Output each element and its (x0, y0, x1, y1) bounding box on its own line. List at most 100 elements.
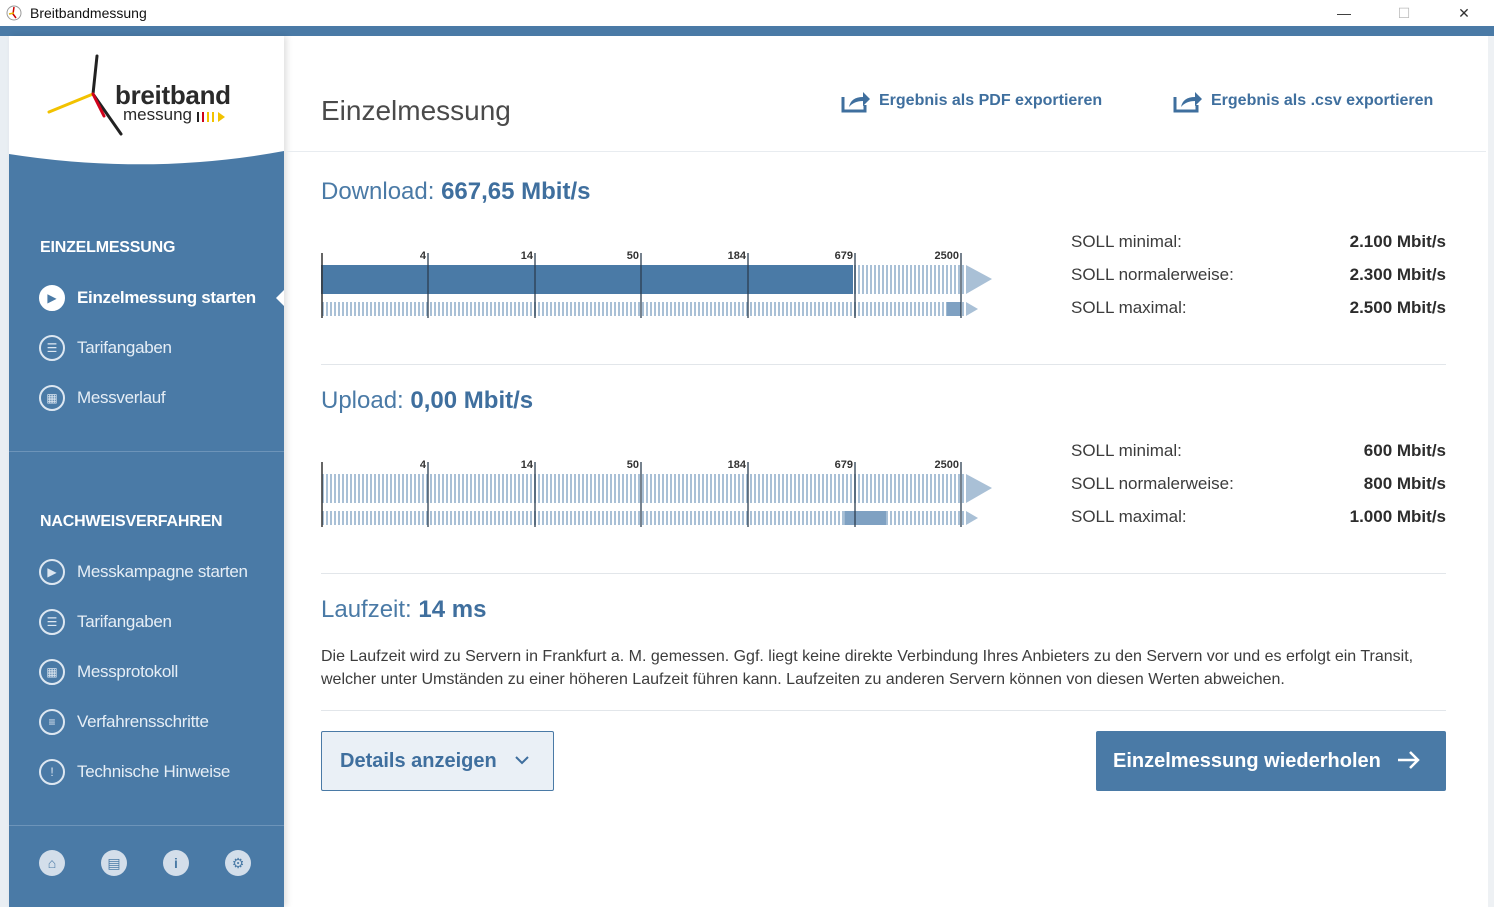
sidebar-item-tarifangaben-2[interactable]: ☰ Tarifangaben (39, 607, 279, 637)
gauge-arrow-lower (966, 511, 978, 525)
soll-value: 2.500 Mbit/s (1349, 297, 1446, 317)
logo: breitband messung (9, 36, 284, 201)
soll-row: SOLL maximal: 1.000 Mbit/s (1071, 500, 1446, 533)
soll-value: 2.300 Mbit/s (1349, 264, 1446, 284)
active-indicator (276, 290, 284, 306)
latency-description: Die Laufzeit wird zu Servern in Frankfur… (321, 648, 1414, 688)
latency-title: Laufzeit: 14 ms (321, 596, 486, 624)
sidebar-divider (9, 451, 284, 452)
soll-row: SOLL minimal: 600 Mbit/s (1071, 434, 1446, 467)
soll-label: SOLL normalerweise: (1071, 473, 1234, 493)
download-value: 667,65 Mbit/s (441, 178, 591, 205)
sidebar-item-einzelmessung-starten[interactable]: ▶ Einzelmessung starten (39, 283, 279, 313)
gauge-soll-band (844, 511, 887, 525)
maximize-button[interactable]: ☐ (1374, 0, 1434, 26)
chat-icon[interactable]: ▤ (101, 850, 127, 876)
home-icon[interactable]: ⌂ (39, 850, 65, 876)
gauge-tick-label: 14 (520, 250, 533, 262)
gauge-soll-band (946, 302, 961, 316)
gauge-tick-label: 4 (419, 459, 426, 471)
soll-row: SOLL maximal: 2.500 Mbit/s (1071, 291, 1446, 324)
gauge-tick-label: 184 (727, 459, 746, 471)
sidebar-section-nachweisverfahren: NACHWEISVERFAHREN (40, 513, 223, 530)
calendar-icon: ▦ (39, 385, 65, 411)
sidebar-section-einzelmessung: EINZELMESSUNG (40, 239, 176, 256)
repeat-button-label: Einzelmessung wiederholen (1113, 749, 1381, 772)
upload-title: Upload: 0,00 Mbit/s (321, 387, 533, 415)
gauge-tick-label: 14 (520, 459, 533, 471)
gauge-arrow (966, 474, 992, 503)
soll-label: SOLL maximal: (1071, 506, 1187, 526)
soll-row: SOLL minimal: 2.100 Mbit/s (1071, 225, 1446, 258)
gear-icon[interactable]: ⚙ (225, 850, 251, 876)
soll-label: SOLL minimal: (1071, 231, 1182, 251)
sidebar-item-label: Technische Hinweise (77, 762, 231, 781)
sidebar-item-messkampagne-starten[interactable]: ▶ Messkampagne starten (39, 557, 279, 587)
user-list-icon: ☰ (39, 609, 65, 635)
play-icon: ▶ (39, 559, 65, 585)
sidebar-footer: ⌂ ▤ i ⚙ (39, 850, 251, 876)
window-left-edge (0, 36, 9, 907)
download-soll-table: SOLL minimal: 2.100 Mbit/s SOLL normaler… (1071, 225, 1446, 324)
sidebar-item-label: Tarifangaben (77, 612, 172, 631)
soll-row: SOLL normalerweise: 800 Mbit/s (1071, 467, 1446, 500)
close-button[interactable]: ✕ (1434, 0, 1494, 26)
window-title: Breitbandmessung (30, 5, 147, 21)
window-right-edge (1488, 36, 1494, 907)
soll-value: 1.000 Mbit/s (1349, 506, 1446, 526)
latency-value: 14 ms (418, 596, 487, 623)
minimize-button[interactable]: — (1314, 0, 1374, 26)
calendar-icon: ▦ (39, 659, 65, 685)
gauge-tick-label: 184 (727, 250, 746, 262)
section-divider (321, 710, 1446, 711)
soll-row: SOLL normalerweise: 2.300 Mbit/s (1071, 258, 1446, 291)
gauge-tick-label: 50 (626, 250, 639, 262)
soll-label: SOLL normalerweise: (1071, 264, 1234, 284)
chevron-down-icon (515, 752, 529, 770)
details-button-label: Details anzeigen (340, 749, 497, 772)
upload-value: 0,00 Mbit/s (410, 387, 534, 414)
sidebar-item-label: Messprotokoll (77, 662, 178, 681)
warning-icon: ! (39, 759, 65, 785)
soll-value: 800 Mbit/s (1363, 473, 1446, 493)
details-button[interactable]: Details anzeigen (321, 731, 554, 791)
sidebar-item-label: Tarifangaben (77, 338, 172, 357)
upload-soll-table: SOLL minimal: 600 Mbit/s SOLL normalerwe… (1071, 434, 1446, 533)
upload-label: Upload: (321, 387, 404, 414)
gauge-tick-label: 679 (834, 459, 853, 471)
sidebar-item-technische-hinweise[interactable]: ! Technische Hinweise (39, 757, 279, 787)
export-pdf-label: Ergebnis als PDF exportieren (879, 92, 1103, 109)
info-icon[interactable]: i (163, 850, 189, 876)
sidebar-item-messverlauf[interactable]: ▦ Messverlauf (39, 383, 279, 413)
gauge-stripes (322, 474, 964, 503)
sidebar-item-label: Einzelmessung starten (77, 288, 256, 307)
sidebar-item-tarifangaben[interactable]: ☰ Tarifangaben (39, 333, 279, 363)
gauge-tick-label: 2500 (934, 459, 959, 471)
sidebar-item-verfahrensschritte[interactable]: ≡ Verfahrensschritte (39, 707, 279, 737)
sidebar: breitband messung EINZELMESSUNG ▶ Einzel… (9, 36, 284, 907)
repeat-measurement-button[interactable]: Einzelmessung wiederholen (1096, 731, 1446, 791)
export-csv-link[interactable]: Ergebnis als .csv exportieren (1173, 89, 1433, 113)
gauge-measured-bar (321, 265, 854, 294)
window-accent-strip (0, 26, 1494, 36)
sidebar-item-messprotokoll[interactable]: ▦ Messprotokoll (39, 657, 279, 687)
gauge-tick-label: 679 (834, 250, 853, 262)
gauge-tick-label: 50 (626, 459, 639, 471)
download-title: Download: 667,65 Mbit/s (321, 178, 590, 206)
list-icon: ≡ (39, 709, 65, 735)
export-icon (1173, 92, 1202, 113)
sidebar-item-label: Verfahrensschritte (77, 712, 209, 731)
gauge-arrow (966, 265, 992, 294)
latency-label: Laufzeit: (321, 596, 412, 623)
soll-value: 2.100 Mbit/s (1349, 231, 1446, 251)
page-title: Einzelmessung (321, 95, 511, 126)
export-csv-label: Ergebnis als .csv exportieren (1211, 92, 1434, 109)
export-pdf-link[interactable]: Ergebnis als PDF exportieren (841, 89, 1102, 113)
header-divider (286, 151, 1486, 152)
gauge-stripes-lower (322, 302, 964, 316)
logo-text-bottom: messung (123, 105, 192, 124)
sidebar-item-label: Messverlauf (77, 388, 166, 407)
gauge-tick-label: 4 (419, 250, 426, 262)
section-divider (321, 573, 1446, 574)
download-gauge: 4 14 50 184 679 2500 (321, 250, 996, 320)
